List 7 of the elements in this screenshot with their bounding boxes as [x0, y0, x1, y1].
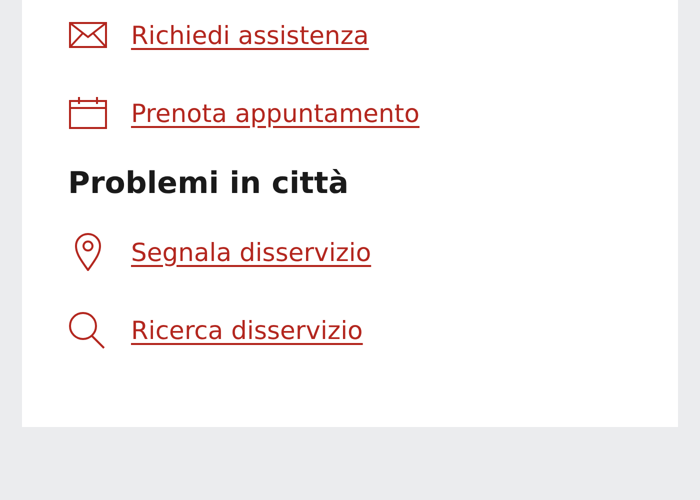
link[interactable]: Ricerca disservizio — [131, 316, 363, 344]
link[interactable]: Richiedi assistenza — [131, 20, 369, 50]
envelope-icon — [68, 20, 108, 50]
link[interactable]: Segnala disservizio — [131, 238, 372, 266]
section-heading: Problemi in città — [68, 166, 350, 201]
calendar-icon — [68, 96, 108, 130]
link[interactable]: Prenota appuntamento — [131, 98, 420, 128]
